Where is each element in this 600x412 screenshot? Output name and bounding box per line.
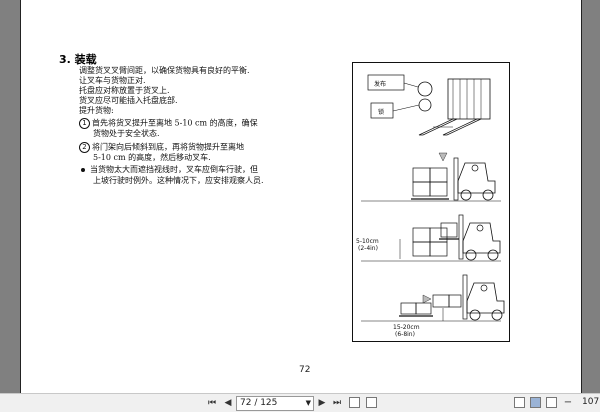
forklift-figure-svg: 发布 锁 5-10cm (2-4in) 15-20cm (6-8in): [356, 74, 505, 338]
bullet-text: 当货物太大而遮挡视线时，叉车应倒车行驶，但: [90, 165, 258, 174]
step-text-cont: 5-10 cm 的高度，然后移动叉车.: [93, 153, 211, 162]
bullet-icon: [81, 167, 85, 172]
text-line: 托盘应对称放置于货叉上.: [79, 86, 170, 95]
previous-page-button[interactable]: ◀: [222, 397, 234, 409]
text-line: 货叉应尽可能插入托盘底部.: [79, 96, 178, 105]
file-icon[interactable]: [366, 397, 377, 408]
page-select[interactable]: 72 / 125 ▼: [236, 396, 314, 411]
text-line: 提升货物:: [79, 106, 114, 115]
forklift-icon: [462, 274, 505, 321]
page-select-value: 72 / 125: [240, 398, 278, 408]
fork-carriage-icon: [447, 78, 491, 120]
left-arrow-icon: [422, 294, 432, 304]
fork-pin-icon: [418, 98, 432, 112]
step-1: 1 首先将货叉提升至离地 5-10 cm 的高度，确保: [79, 118, 258, 129]
lock-label: 锁: [378, 108, 384, 116]
single-page-view-icon[interactable]: [514, 397, 525, 408]
forklift-illustration: 发布 锁 5-10cm (2-4in) 15-20cm (6-8in): [352, 62, 510, 342]
zoom-level[interactable]: 107: [582, 397, 599, 407]
text-line: 调整货叉叉臂间距，以确保货物具有良好的平衡.: [79, 66, 250, 75]
next-page-button[interactable]: ▶: [316, 397, 328, 409]
dimension-label: 15-20cm: [393, 324, 420, 331]
dimension-label: (2-4in): [358, 245, 378, 252]
step-text-cont: 货物处于安全状态.: [93, 129, 160, 138]
step-text: 将门架向后倾斜到底，再将货物提升至离地: [92, 142, 244, 152]
step-number: 1: [79, 118, 90, 129]
down-arrow-icon: [438, 152, 448, 162]
dimension-label: 5-10cm: [356, 238, 379, 245]
fork-pin-icon: [417, 81, 433, 97]
copy-icon[interactable]: [349, 397, 360, 408]
first-page-button[interactable]: ⏮: [206, 397, 218, 409]
forklift-icon: [458, 214, 501, 261]
document-page: 3. 装载 调整货叉叉臂间距，以确保货物具有良好的平衡. 让叉车与货物正对. 托…: [20, 0, 582, 393]
step-text: 首先将货叉提升至离地 5-10 cm 的高度，确保: [92, 118, 258, 128]
last-page-button[interactable]: ⏭: [331, 397, 343, 409]
bullet-text-cont: 上坡行驶时例外。这种情况下，应安排观察人员.: [93, 176, 264, 185]
forklift-icon: [453, 157, 496, 201]
page-number: 72: [299, 365, 311, 375]
bullet-item: 当货物太大而遮挡视线时，叉车应倒车行驶，但: [79, 165, 258, 174]
dimension-label: (6-8in): [395, 331, 415, 338]
chevron-down-icon: ▼: [305, 399, 311, 407]
release-label: 发布: [374, 80, 386, 88]
text-line: 让叉车与货物正对.: [79, 76, 146, 85]
continuous-view-icon[interactable]: [530, 397, 541, 408]
step-2: 2 将门架向后倾斜到底，再将货物提升至离地: [79, 142, 244, 153]
navigation-toolbar: ⏮ ◀ 72 / 125 ▼ ▶ ⏭ − 107: [0, 393, 600, 412]
step-number: 2: [79, 142, 90, 153]
section-title: 3. 装载: [59, 53, 97, 66]
document-viewer[interactable]: 3. 装载 调整货叉叉臂间距，以确保货物具有良好的平衡. 让叉车与货物正对. 托…: [0, 0, 600, 393]
two-page-view-icon[interactable]: [546, 397, 557, 408]
zoom-out-button[interactable]: −: [562, 397, 574, 409]
